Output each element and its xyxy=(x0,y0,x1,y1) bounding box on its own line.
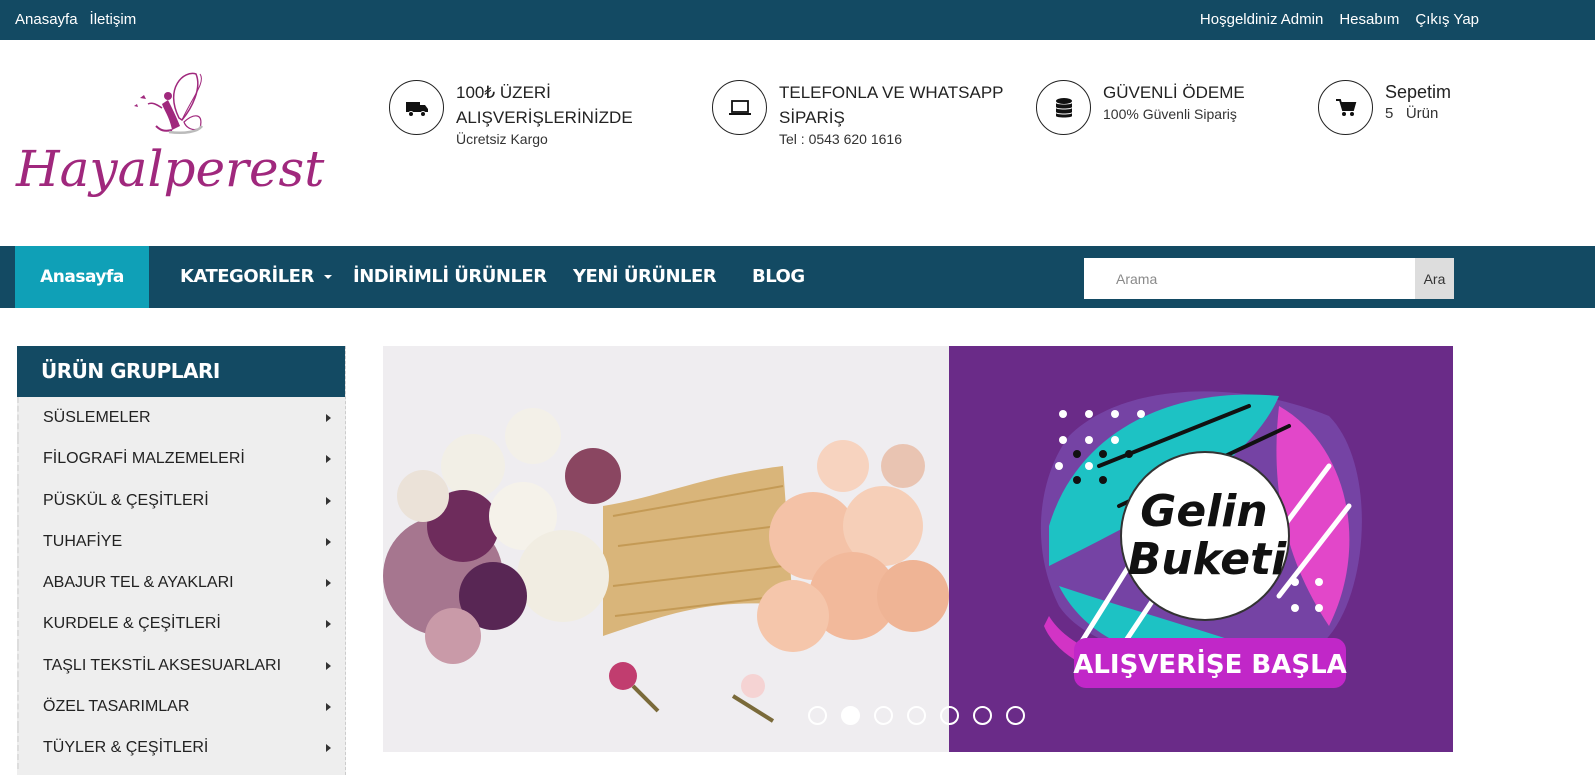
promo-title-line1: Gelin xyxy=(1140,486,1267,537)
main-nav: Anasayfa KATEGORİLER İNDİRİMLİ ÜRÜNLER Y… xyxy=(0,246,1595,308)
search-box: Ara xyxy=(1084,258,1454,299)
site-logo[interactable]: Hayalperest xyxy=(14,68,326,218)
slider-dot[interactable] xyxy=(808,706,827,725)
bouquet-image xyxy=(383,408,949,723)
search-input[interactable] xyxy=(1084,258,1414,299)
hero-slider[interactable]: Gelin Buketi ALIŞVERİŞE BAŞLA xyxy=(383,346,1453,752)
feature-sub: 100% Güvenli Sipariş xyxy=(1103,106,1237,122)
nav-discounted[interactable]: İNDİRİMLİ ÜRÜNLER xyxy=(353,246,547,308)
sidebar-item-label: ÖZEL TASARIMLAR xyxy=(43,698,190,716)
cart-widget[interactable]: Sepetim 5 Ürün xyxy=(1318,80,1475,135)
sidebar-item[interactable]: FİLOGRAFİ MALZEMELERİ xyxy=(17,438,345,480)
logout-link[interactable]: Çıkış Yap xyxy=(1415,11,1479,28)
sidebar-item-label: FİLOGRAFİ MALZEMELERİ xyxy=(43,450,245,468)
feature-title: 100₺ ÜZERİ ALIŞVERİŞLERİNİZDE xyxy=(456,83,633,127)
sidebar-item[interactable]: ABAJUR TEL & AYAKLARI xyxy=(17,562,345,604)
nav-home[interactable]: Anasayfa xyxy=(15,246,149,308)
top-link-home[interactable]: Anasayfa xyxy=(15,11,78,28)
sidebar-item-label: TUHAFİYE xyxy=(43,532,123,550)
sidebar-item[interactable]: SÜSLEMELER xyxy=(17,397,345,439)
sidebar-item-label: KURDELE & ÇEŞİTLERİ xyxy=(43,615,221,633)
slider-dot-active[interactable] xyxy=(841,706,860,725)
sidebar-item[interactable]: TAŞLI TEKSTİL AKSESUARLARI xyxy=(17,644,345,687)
chevron-right-icon xyxy=(326,661,331,670)
logo-text: Hayalperest xyxy=(15,140,325,198)
sidebar-item-label: PÜSKÜL & ÇEŞİTLERİ xyxy=(43,491,209,509)
laptop-icon xyxy=(712,80,767,135)
chevron-right-icon xyxy=(326,496,331,505)
slider-dots xyxy=(808,706,1025,725)
top-bar: Anasayfa İletişim Hoşgeldiniz Admin Hesa… xyxy=(0,0,1595,40)
nav-new-products[interactable]: YENİ ÜRÜNLER xyxy=(573,246,717,308)
feature-sub: Tel : 0543 620 1616 xyxy=(779,131,902,147)
slider-dot[interactable] xyxy=(907,706,926,725)
chevron-right-icon xyxy=(326,414,331,422)
sidebar-item-label: TÜYLER & ÇEŞİTLERİ xyxy=(43,739,209,757)
account-link[interactable]: Hesabım xyxy=(1339,11,1399,28)
feature-title: GÜVENLİ ÖDEME xyxy=(1103,83,1245,102)
chevron-right-icon xyxy=(326,620,331,629)
fairy-icon xyxy=(134,72,204,134)
chevron-right-icon xyxy=(326,579,331,588)
cart-count: 5 Ürün xyxy=(1385,105,1439,122)
feature-title: TELEFONLA VE WHATSAPP SİPARİŞ xyxy=(779,83,1004,127)
feature-sub: Ücretsiz Kargo xyxy=(456,131,548,147)
top-link-contact[interactable]: İletişim xyxy=(90,11,137,28)
chevron-right-icon xyxy=(326,744,331,753)
slider-dot[interactable] xyxy=(874,706,893,725)
welcome-link[interactable]: Hoşgeldiniz Admin xyxy=(1200,11,1323,28)
nav-blog[interactable]: BLOG xyxy=(752,246,805,308)
slider-dot[interactable] xyxy=(973,706,992,725)
database-icon xyxy=(1036,80,1091,135)
cart-title[interactable]: Sepetim xyxy=(1385,80,1475,105)
promo-title-line2: Buketi xyxy=(1128,534,1287,585)
slider-dot[interactable] xyxy=(1006,706,1025,725)
sidebar-title: ÜRÜN GRUPLARI xyxy=(17,346,345,397)
sidebar-item-label: SÜSLEMELER xyxy=(43,409,151,426)
caret-down-icon xyxy=(323,275,332,279)
feature-shipping: 100₺ ÜZERİ ALIŞVERİŞLERİNİZDE Ücretsiz K… xyxy=(389,80,646,148)
search-button[interactable]: Ara xyxy=(1415,258,1454,299)
sidebar-item[interactable]: TUHAFİYE xyxy=(17,520,345,563)
cta-button[interactable]: ALIŞVERİŞE BAŞLA xyxy=(1073,648,1347,680)
bouquet-photo xyxy=(383,346,949,752)
chevron-right-icon xyxy=(326,455,331,464)
chevron-right-icon xyxy=(326,703,331,712)
sidebar-item[interactable]: KURDELE & ÇEŞİTLERİ xyxy=(17,603,345,645)
cart-icon[interactable] xyxy=(1318,80,1373,135)
product-groups-sidebar: ÜRÜN GRUPLARI SÜSLEMELER FİLOGRAFİ MALZE… xyxy=(17,346,346,775)
sidebar-item-label: TAŞLI TEKSTİL AKSESUARLARI xyxy=(43,656,282,674)
promo-panel[interactable]: Gelin Buketi ALIŞVERİŞE BAŞLA xyxy=(949,346,1453,752)
nav-categories[interactable]: KATEGORİLER xyxy=(180,246,332,308)
sidebar-item[interactable]: PÜSKÜL & ÇEŞİTLERİ xyxy=(17,479,345,521)
sidebar-item-label: ABAJUR TEL & AYAKLARI xyxy=(43,574,234,592)
sidebar-item[interactable]: ÖZEL TASARIMLAR xyxy=(17,686,345,728)
truck-icon xyxy=(389,80,444,135)
feature-secure-payment: GÜVENLİ ÖDEME 100% Güvenli Sipariş xyxy=(1036,80,1303,135)
chevron-right-icon xyxy=(326,537,331,546)
feature-phone-order: TELEFONLA VE WHATSAPP SİPARİŞ Tel : 0543… xyxy=(712,80,1019,148)
sidebar-item[interactable]: TÜYLER & ÇEŞİTLERİ xyxy=(17,727,345,769)
nav-categories-label: KATEGORİLER xyxy=(180,266,314,287)
slider-dot[interactable] xyxy=(940,706,959,725)
